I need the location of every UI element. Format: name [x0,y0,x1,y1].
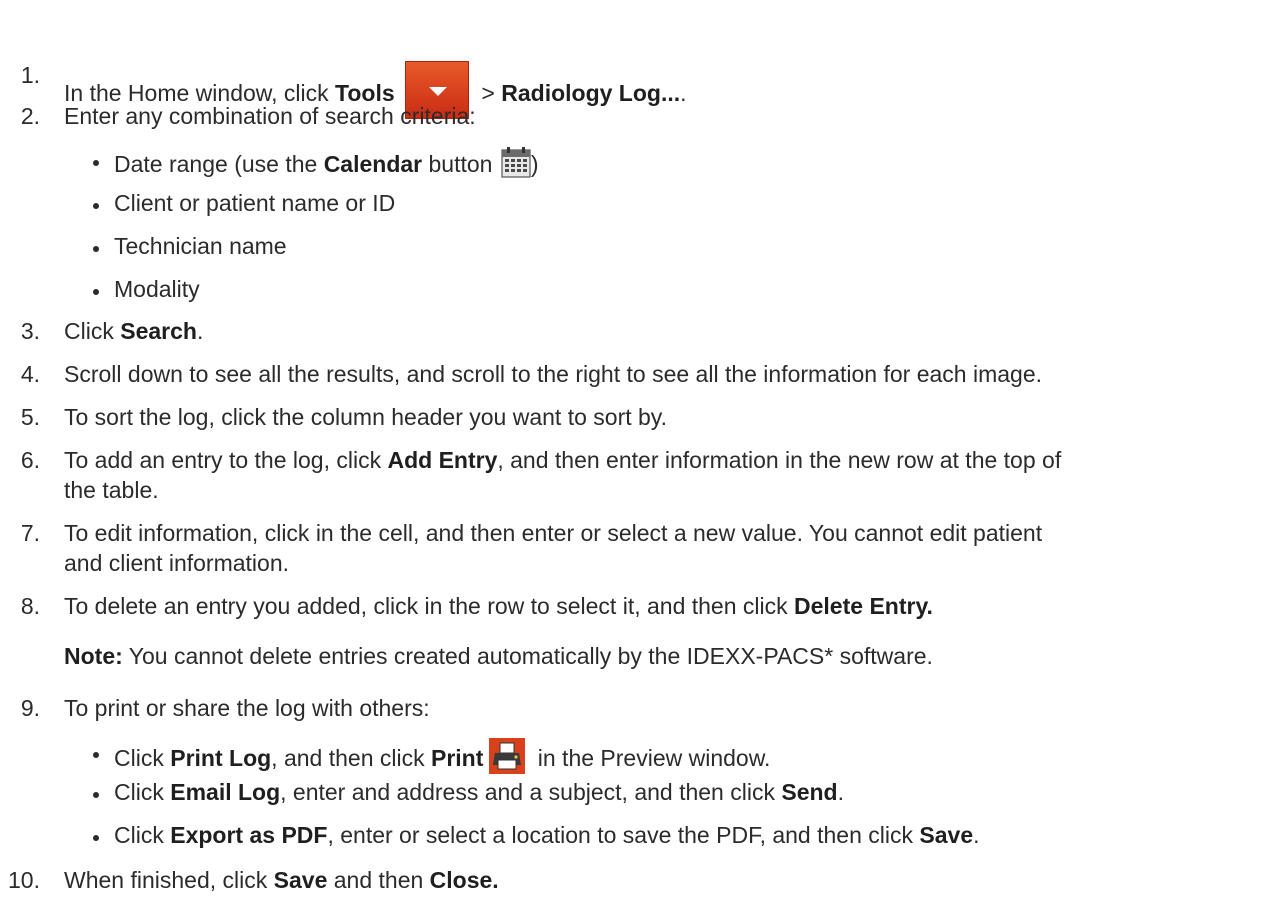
step-7-text: To edit information, click in the cell, … [64,520,1043,546]
step-number: 5. [20,404,40,430]
step-number: 7. [20,520,40,546]
step-4-text: Scroll down to see all the results, and … [64,361,1043,387]
note-text: Note: You cannot delete entries created … [64,643,933,669]
calendar-label: Calendar [323,151,423,177]
send-label: Send [781,779,838,805]
search-label: Search [120,318,197,344]
step-3-text: Click Search. [64,318,204,344]
save-label: Save [919,822,974,848]
bullet [93,289,99,295]
bullet-client-patient: Client or patient name or ID [114,190,396,216]
step-number: 8. [20,593,40,619]
step-5-text: To sort the log, click the column header… [64,404,667,430]
step-number: 9. [20,695,40,721]
bullet-modality: Modality [114,276,200,302]
print-log-label: Print Log [170,745,272,771]
bullet-print-log: Click Print Log, and then click Print in… [114,738,770,774]
step-9-text: To print or share the log with others: [64,695,430,721]
delete-entry-label: Delete Entry. [794,593,933,619]
step-number: 10. [8,867,40,893]
bullet-export-pdf: Click Export as PDF, enter or select a l… [114,822,980,848]
step-number: 2. [20,103,40,129]
bullet-technician: Technician name [114,233,287,259]
add-entry-label: Add Entry [387,447,498,473]
step-2-text: Enter any combination of search criteria… [64,103,476,129]
bullet [93,160,99,166]
bullet [93,792,99,798]
step-6-text: To add an entry to the log, click Add En… [64,447,1062,473]
step-number: 3. [20,318,40,344]
step-number: 6. [20,447,40,473]
step-10-text: When finished, click Save and then Close… [64,867,499,893]
step-number: 4. [20,361,40,387]
bullet [93,203,99,209]
note-label: Note: [64,643,123,669]
bullet [93,835,99,841]
print-icon [489,738,526,774]
export-pdf-label: Export as PDF [170,822,328,848]
bullet [93,246,99,252]
calendar-icon [501,147,531,178]
step-7-continuation: and client information. [64,550,290,576]
bullet [93,752,99,758]
bullet-date-range: Date range (use the Calendar button ) [114,146,539,178]
step-6-continuation: the table. [64,477,159,503]
step-number: 1. [20,62,40,88]
bullet-email-log: Click Email Log, enter and address and a… [114,779,844,805]
save-label: Save [273,867,328,893]
print-label: Print [430,745,484,771]
step-8-text: To delete an entry you added, click in t… [64,593,933,619]
radiology-log-label: Radiology Log... [501,80,681,106]
close-label: Close. [429,867,499,893]
email-log-label: Email Log [170,779,281,805]
